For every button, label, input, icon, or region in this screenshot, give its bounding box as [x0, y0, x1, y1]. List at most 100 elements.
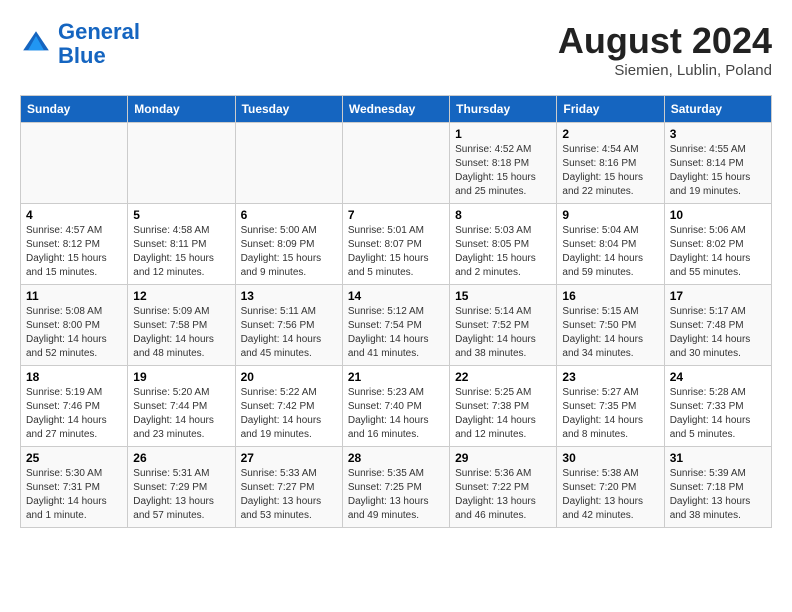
calendar-cell: 2Sunrise: 4:54 AMSunset: 8:16 PMDaylight… — [557, 123, 664, 204]
header-day-tuesday: Tuesday — [235, 96, 342, 123]
header-day-monday: Monday — [128, 96, 235, 123]
calendar-cell: 19Sunrise: 5:20 AMSunset: 7:44 PMDayligh… — [128, 366, 235, 447]
day-number: 7 — [348, 208, 444, 222]
day-number: 11 — [26, 289, 122, 303]
calendar-cell — [342, 123, 449, 204]
day-number: 16 — [562, 289, 658, 303]
logo-line1: General — [58, 19, 140, 44]
calendar-cell: 15Sunrise: 5:14 AMSunset: 7:52 PMDayligh… — [450, 285, 557, 366]
calendar-cell — [21, 123, 128, 204]
calendar-week-3: 11 Sunrise: 5:08 AMSunset: 8:00 PMDayligh… — [21, 285, 772, 366]
day-detail: Sunrise: 4:58 AMSunset: 8:11 PMDaylight:… — [133, 224, 229, 280]
calendar-cell — [235, 123, 342, 204]
calendar-header-row: SundayMondayTuesdayWednesdayThursdayFrid… — [21, 96, 772, 123]
header-day-saturday: Saturday — [664, 96, 771, 123]
logo: General Blue — [20, 20, 140, 68]
calendar-cell: 16 Sunrise: 5:15 AMSunset: 7:50 PMDayligh… — [557, 285, 664, 366]
calendar-cell: 3 Sunrise: 4:55 AMSunset: 8:14 PMDaylight… — [664, 123, 771, 204]
day-detail: Sunrise: 5:25 AMSunset: 7:38 PMDaylight:… — [455, 386, 551, 442]
day-detail: Sunrise: 4:55 AMSunset: 8:14 PMDaylight:… — [670, 143, 766, 199]
day-number: 23 — [562, 370, 658, 384]
day-number: 10 — [670, 208, 766, 222]
day-detail: Sunrise: 4:54 AMSunset: 8:16 PMDaylight:… — [562, 143, 658, 199]
header-day-sunday: Sunday — [21, 96, 128, 123]
calendar-cell: 26 Sunrise: 5:31 AMSunset: 7:29 PMDayligh… — [128, 447, 235, 528]
day-number: 8 — [455, 208, 551, 222]
day-detail: Sunrise: 5:15 AMSunset: 7:50 PMDaylight:… — [562, 305, 658, 361]
day-detail: Sunrise: 4:52 AMSunset: 8:18 PMDaylight:… — [455, 143, 551, 199]
logo-text: General Blue — [58, 20, 140, 68]
day-number: 24 — [670, 370, 766, 384]
calendar-week-2: 4Sunrise: 4:57 AMSunset: 8:12 PMDaylight… — [21, 204, 772, 285]
day-number: 29 — [455, 451, 551, 465]
day-number: 3 — [670, 127, 766, 141]
header-day-thursday: Thursday — [450, 96, 557, 123]
day-detail: Sunrise: 5:36 AMSunset: 7:22 PMDaylight:… — [455, 467, 551, 523]
day-detail: Sunrise: 5:30 AMSunset: 7:31 PMDaylight:… — [26, 467, 122, 523]
calendar-cell: 8 Sunrise: 5:03 AMSunset: 8:05 PMDaylight… — [450, 204, 557, 285]
header-day-friday: Friday — [557, 96, 664, 123]
header-day-wednesday: Wednesday — [342, 96, 449, 123]
calendar-cell — [128, 123, 235, 204]
day-detail: Sunrise: 5:31 AMSunset: 7:29 PMDaylight:… — [133, 467, 229, 523]
day-detail: Sunrise: 5:35 AMSunset: 7:25 PMDaylight:… — [348, 467, 444, 523]
calendar-week-1: 1 Sunrise: 4:52 AMSunset: 8:18 PMDaylight… — [21, 123, 772, 204]
calendar-cell: 25 Sunrise: 5:30 AMSunset: 7:31 PMDayligh… — [21, 447, 128, 528]
calendar-cell: 9 Sunrise: 5:04 AMSunset: 8:04 PMDaylight… — [557, 204, 664, 285]
day-detail: Sunrise: 5:12 AMSunset: 7:54 PMDaylight:… — [348, 305, 444, 361]
calendar-cell: 6 Sunrise: 5:00 AMSunset: 8:09 PMDaylight… — [235, 204, 342, 285]
day-detail: Sunrise: 5:14 AMSunset: 7:52 PMDaylight:… — [455, 305, 551, 361]
day-detail: Sunrise: 5:20 AMSunset: 7:44 PMDaylight:… — [133, 386, 229, 442]
day-number: 18 — [26, 370, 122, 384]
calendar-cell: 31Sunrise: 5:39 AMSunset: 7:18 PMDayligh… — [664, 447, 771, 528]
day-detail: Sunrise: 5:11 AMSunset: 7:56 PMDaylight:… — [241, 305, 337, 361]
day-detail: Sunrise: 5:03 AMSunset: 8:05 PMDaylight:… — [455, 224, 551, 280]
day-number: 25 — [26, 451, 122, 465]
calendar-cell: 23 Sunrise: 5:27 AMSunset: 7:35 PMDayligh… — [557, 366, 664, 447]
day-detail: Sunrise: 5:27 AMSunset: 7:35 PMDaylight:… — [562, 386, 658, 442]
day-detail: Sunrise: 5:28 AMSunset: 7:33 PMDaylight:… — [670, 386, 766, 442]
month-title: August 2024 — [558, 20, 772, 62]
logo-icon — [20, 28, 52, 60]
calendar-cell: 27 Sunrise: 5:33 AMSunset: 7:27 PMDayligh… — [235, 447, 342, 528]
location: Siemien, Lublin, Poland — [558, 62, 772, 79]
calendar-table: SundayMondayTuesdayWednesdayThursdayFrid… — [20, 95, 772, 528]
day-detail: Sunrise: 5:04 AMSunset: 8:04 PMDaylight:… — [562, 224, 658, 280]
day-number: 12 — [133, 289, 229, 303]
calendar-cell: 24 Sunrise: 5:28 AMSunset: 7:33 PMDayligh… — [664, 366, 771, 447]
day-detail: Sunrise: 5:08 AMSunset: 8:00 PMDaylight:… — [26, 305, 122, 361]
day-detail: Sunrise: 5:00 AMSunset: 8:09 PMDaylight:… — [241, 224, 337, 280]
day-number: 14 — [348, 289, 444, 303]
day-number: 28 — [348, 451, 444, 465]
calendar-cell: 7Sunrise: 5:01 AMSunset: 8:07 PMDaylight… — [342, 204, 449, 285]
day-detail: Sunrise: 5:06 AMSunset: 8:02 PMDaylight:… — [670, 224, 766, 280]
day-detail: Sunrise: 5:19 AMSunset: 7:46 PMDaylight:… — [26, 386, 122, 442]
calendar-cell: 10 Sunrise: 5:06 AMSunset: 8:02 PMDayligh… — [664, 204, 771, 285]
calendar-cell: 11 Sunrise: 5:08 AMSunset: 8:00 PMDayligh… — [21, 285, 128, 366]
calendar-cell: 12 Sunrise: 5:09 AMSunset: 7:58 PMDayligh… — [128, 285, 235, 366]
calendar-week-4: 18 Sunrise: 5:19 AMSunset: 7:46 PMDayligh… — [21, 366, 772, 447]
day-number: 17 — [670, 289, 766, 303]
calendar-cell: 30Sunrise: 5:38 AMSunset: 7:20 PMDayligh… — [557, 447, 664, 528]
logo-line2: Blue — [58, 43, 106, 68]
day-number: 13 — [241, 289, 337, 303]
calendar-cell: 28 Sunrise: 5:35 AMSunset: 7:25 PMDayligh… — [342, 447, 449, 528]
day-number: 26 — [133, 451, 229, 465]
day-detail: Sunrise: 5:22 AMSunset: 7:42 PMDaylight:… — [241, 386, 337, 442]
day-number: 5 — [133, 208, 229, 222]
day-detail: Sunrise: 5:33 AMSunset: 7:27 PMDaylight:… — [241, 467, 337, 523]
calendar-cell: 20Sunrise: 5:22 AMSunset: 7:42 PMDayligh… — [235, 366, 342, 447]
calendar-cell: 4Sunrise: 4:57 AMSunset: 8:12 PMDaylight… — [21, 204, 128, 285]
calendar-cell: 29 Sunrise: 5:36 AMSunset: 7:22 PMDayligh… — [450, 447, 557, 528]
page-header: General Blue August 2024 Siemien, Lublin… — [20, 20, 772, 79]
day-number: 27 — [241, 451, 337, 465]
day-number: 1 — [455, 127, 551, 141]
day-detail: Sunrise: 5:39 AMSunset: 7:18 PMDaylight:… — [670, 467, 766, 523]
day-number: 6 — [241, 208, 337, 222]
day-detail: Sunrise: 5:17 AMSunset: 7:48 PMDaylight:… — [670, 305, 766, 361]
calendar-cell: 13 Sunrise: 5:11 AMSunset: 7:56 PMDayligh… — [235, 285, 342, 366]
day-number: 9 — [562, 208, 658, 222]
day-detail: Sunrise: 5:23 AMSunset: 7:40 PMDaylight:… — [348, 386, 444, 442]
calendar-cell: 17 Sunrise: 5:17 AMSunset: 7:48 PMDayligh… — [664, 285, 771, 366]
day-detail: Sunrise: 5:09 AMSunset: 7:58 PMDaylight:… — [133, 305, 229, 361]
